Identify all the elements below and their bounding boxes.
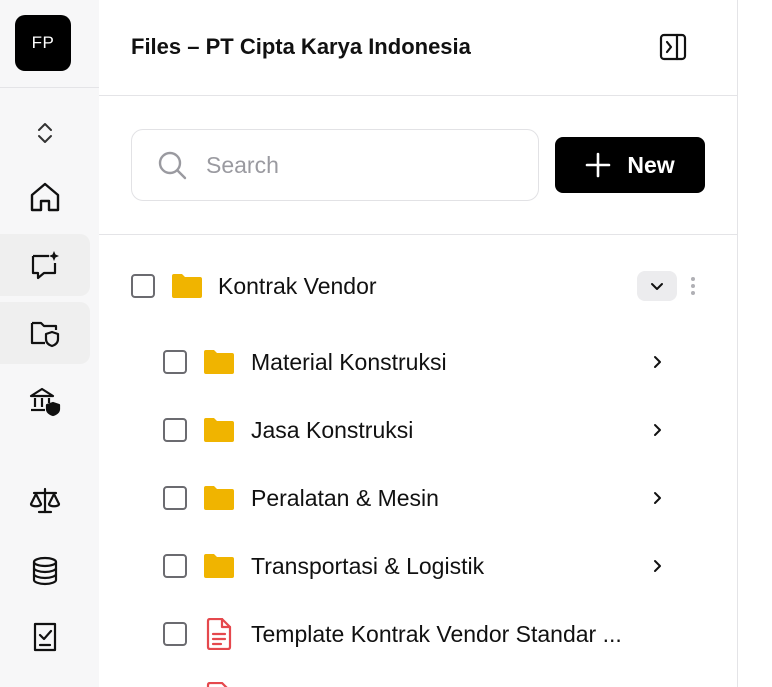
rail-legal-button[interactable] — [0, 470, 90, 532]
tree-item-label: Peralatan & Mesin — [251, 484, 439, 511]
folder-icon — [204, 418, 234, 442]
scale-icon — [29, 487, 61, 514]
tree-row-child[interactable]: Jasa Konstruksi — [99, 400, 738, 460]
file-tree: Kontrak Vendor Material Konstruksi Jasa … — [99, 236, 738, 687]
plus-icon — [586, 152, 611, 178]
right-gutter — [739, 0, 772, 687]
tree-row-file[interactable]: Template Kontrak Vendor Standar ... — [99, 604, 738, 664]
search-icon — [158, 151, 187, 180]
row-checkbox[interactable] — [163, 350, 187, 374]
chevron-updown-icon — [38, 123, 52, 143]
file-document-icon — [206, 682, 228, 687]
rail-tasks-button[interactable] — [0, 606, 90, 668]
tree-item-label: Jasa Konstruksi — [251, 416, 414, 443]
kebab-menu-icon — [691, 277, 695, 295]
tree-row-child[interactable]: Peralatan & Mesin — [99, 468, 738, 528]
new-button[interactable]: New — [555, 137, 705, 193]
new-button-label: New — [627, 151, 675, 178]
chevron-down-icon — [651, 283, 663, 290]
bank-shield-icon — [29, 387, 61, 417]
rail-files-button[interactable] — [0, 302, 90, 364]
search-box[interactable] — [131, 129, 539, 201]
rail-data-button[interactable] — [0, 540, 90, 602]
folder-icon — [172, 274, 202, 298]
search-input[interactable] — [206, 151, 526, 179]
panel-header: Files – PT Cipta Karya Indonesia — [99, 0, 738, 96]
workspace-switcher-button[interactable] — [0, 102, 90, 164]
folder-icon — [204, 350, 234, 374]
page-title: Files – PT Cipta Karya Indonesia — [131, 34, 471, 59]
rail-assistant-button[interactable] — [0, 234, 90, 296]
row-checkbox[interactable] — [163, 418, 187, 442]
home-icon — [30, 182, 60, 212]
icon-rail: FP — [0, 0, 99, 687]
rail-home-button[interactable] — [0, 166, 90, 228]
tree-item-label: Template Kontrak Vendor Standar ... — [251, 620, 622, 647]
row-checkbox[interactable] — [163, 486, 187, 510]
row-checkbox[interactable] — [163, 622, 187, 646]
tree-row-root[interactable]: Kontrak Vendor — [99, 256, 738, 316]
folder-icon — [204, 486, 234, 510]
tree-item-label: Transportasi & Logistik — [251, 552, 485, 579]
rail-divider — [0, 87, 99, 88]
tree-item-label: Kontrak Vendor — [218, 272, 377, 299]
files-panel: Files – PT Cipta Karya Indonesia New — [99, 0, 738, 687]
sidebar-collapse-icon — [659, 33, 687, 61]
folder-icon — [204, 554, 234, 578]
files-toolbar: New — [99, 97, 738, 235]
avatar[interactable]: FP — [15, 15, 71, 71]
tree-row-child[interactable]: Material Konstruksi — [99, 332, 738, 392]
avatar-initials: FP — [31, 33, 55, 52]
row-checkbox[interactable] — [163, 554, 187, 578]
rail-compliance-button[interactable] — [0, 370, 90, 432]
database-icon — [32, 556, 58, 586]
tree-item-label: Material Konstruksi — [251, 348, 447, 375]
collapse-panel-button[interactable] — [655, 30, 691, 64]
row-menu-button[interactable] — [687, 274, 699, 298]
folder-shield-icon — [30, 321, 60, 348]
chevron-right-icon[interactable] — [649, 490, 665, 506]
row-checkbox[interactable] — [131, 274, 155, 298]
expand-toggle-button[interactable] — [637, 271, 677, 301]
chevron-right-icon[interactable] — [649, 422, 665, 438]
tree-row-child[interactable]: Transportasi & Logistik — [99, 536, 738, 596]
chevron-right-icon[interactable] — [649, 558, 665, 574]
chat-sparkle-icon — [31, 251, 59, 280]
chevron-right-icon[interactable] — [649, 354, 665, 370]
checklist-icon — [33, 622, 57, 652]
file-document-icon — [206, 618, 232, 650]
